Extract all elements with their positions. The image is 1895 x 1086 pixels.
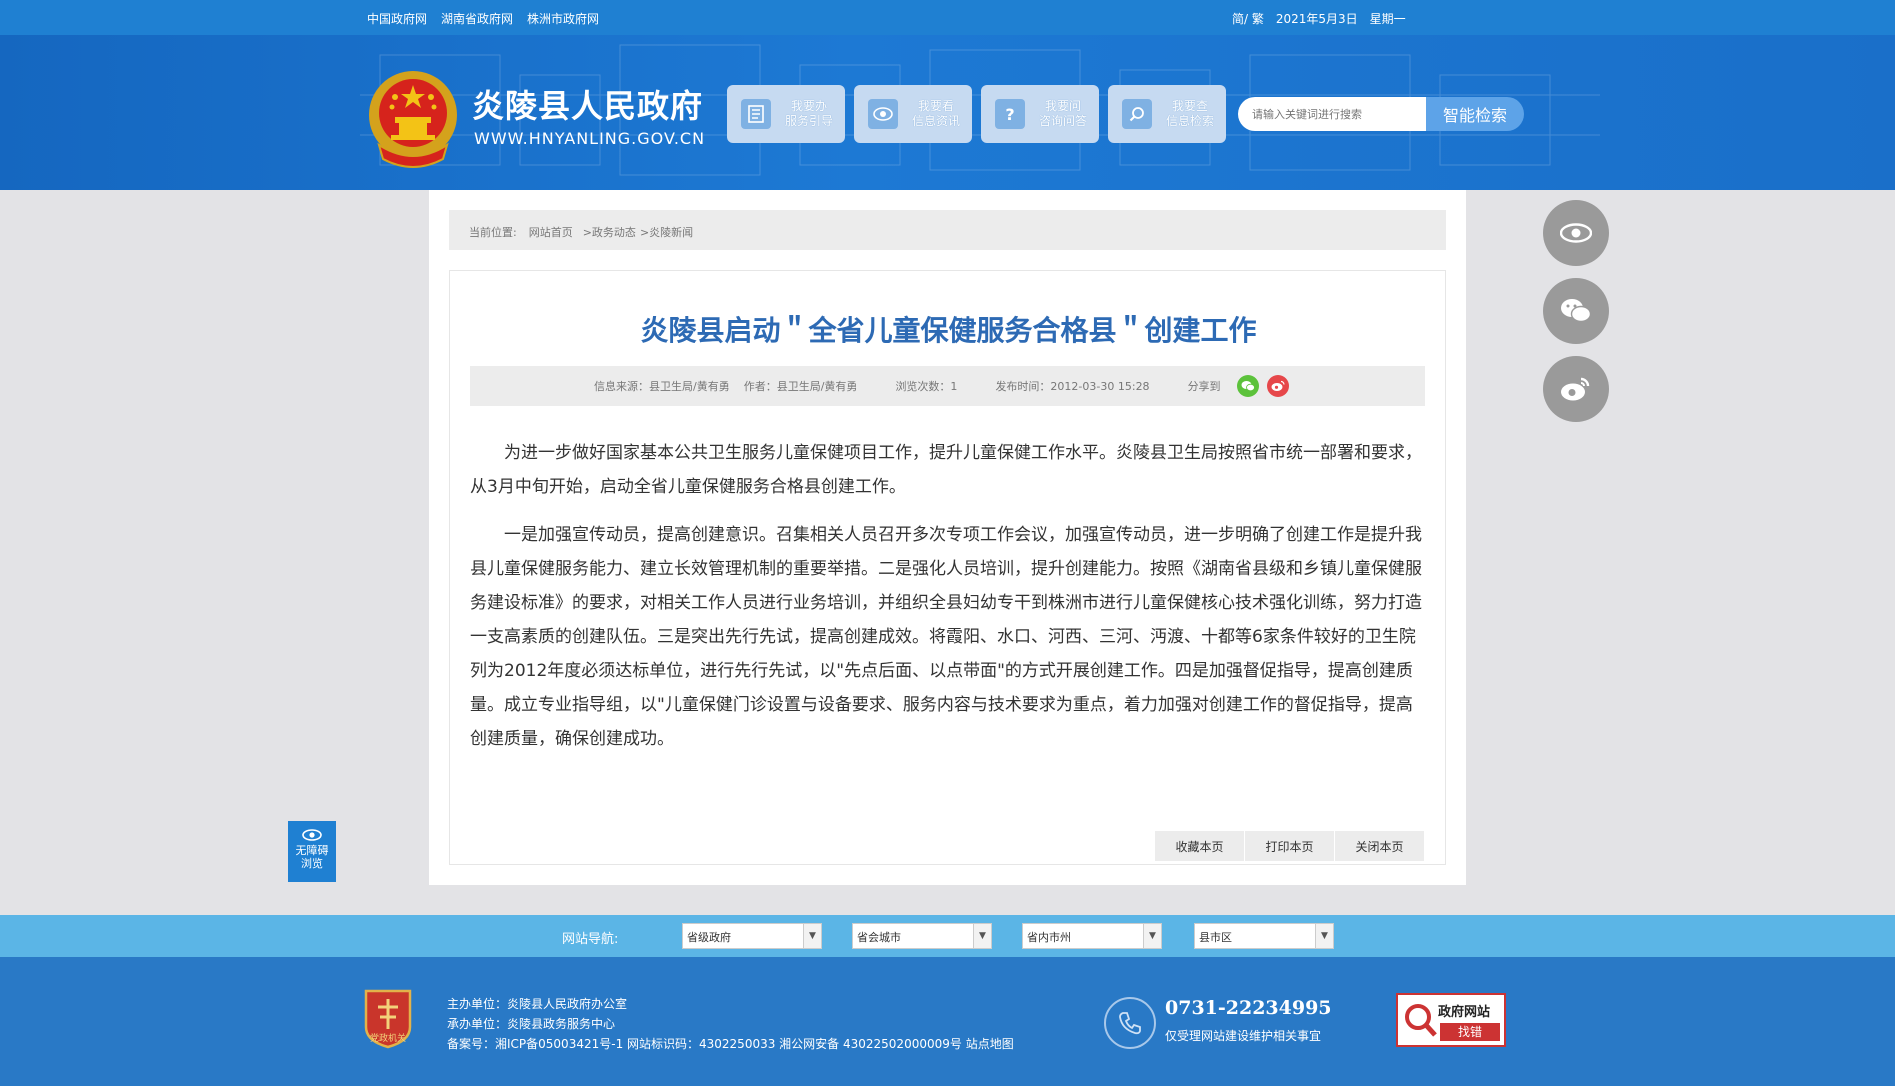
float-weibo-button[interactable] (1543, 356, 1609, 422)
current-date: 2021年5月3日 (1275, 12, 1358, 26)
article-views: 浏览次数：1 (895, 380, 958, 393)
article-body: 为进一步做好国家基本公共卫生服务儿童保健项目工作，提升儿童保健工作水平。炎陵县卫… (470, 436, 1425, 770)
accessibility-label-2: 浏览 (301, 857, 323, 870)
article-title: 炎陵县启动＂全省儿童保健服务合格县＂创建工作 (640, 314, 1257, 347)
quick-link-line2: 咨询问答 (1039, 114, 1088, 128)
footer-host: 主办单位：炎陵县人民政府办公室 (447, 997, 628, 1011)
accessibility-button[interactable]: 无障碍 浏览 (288, 821, 336, 882)
question-icon: ? (995, 99, 1025, 129)
document-icon (741, 99, 771, 129)
bookmark-page-button[interactable]: 收藏本页 (1154, 831, 1244, 861)
chevron-down-icon: ▼ (973, 924, 991, 948)
print-page-button[interactable]: 打印本页 (1244, 831, 1334, 861)
site-header: 炎陵县人民政府 WWW.HNYANLING.GOV.CN 我要办 服务引导 我要看… (0, 35, 1895, 190)
search-input[interactable] (1238, 97, 1426, 131)
chevron-down-icon: ▼ (803, 924, 821, 948)
link-gov-cn[interactable]: 中国政府网 (367, 10, 427, 27)
select-capital-cities[interactable]: 省会城市 ▼ (852, 923, 992, 949)
search-button[interactable]: 智能检索 (1426, 97, 1524, 131)
site-url: WWW.HNYANLING.GOV.CN (474, 129, 706, 148)
quick-link-line1: 我要问 (1045, 99, 1082, 113)
select-value: 省会城市 (857, 931, 901, 944)
magnifier-icon (1405, 1004, 1437, 1037)
party-gov-badge-label: 党政机关 (369, 1034, 406, 1044)
footer-record: 备案号：湘ICP备05003421号-1 网站标识码：4302250033 湘公… (447, 1037, 1014, 1051)
quick-link-info-search[interactable]: 我要查 信息检索 (1108, 85, 1226, 143)
breadcrumb-prefix: 当前位置: (469, 226, 517, 239)
share-weibo-icon[interactable] (1266, 375, 1289, 397)
footer-phone: 0731-22234995 (1165, 997, 1332, 1019)
national-emblem-icon (369, 71, 457, 168)
error-report-sub: 找错 (1440, 1023, 1500, 1041)
eye-icon (868, 99, 898, 129)
footer-info: 主办单位：炎陵县人民政府办公室 承办单位：炎陵县政务服务中心 备案号：湘ICP备… (447, 994, 1014, 1054)
eye-icon (302, 829, 322, 841)
site-footer: 党政机关 主办单位：炎陵县人民政府办公室 承办单位：炎陵县政务服务中心 备案号：… (0, 957, 1895, 1086)
breadcrumb-gov-affairs[interactable]: >政务动态 (583, 224, 636, 250)
select-value: 省级政府 (687, 931, 731, 944)
search-icon (1122, 99, 1152, 129)
select-value: 县市区 (1199, 931, 1232, 944)
link-zhuzhou-gov[interactable]: 株洲市政府网 (527, 10, 599, 27)
quick-link-line2: 信息检索 (1166, 114, 1215, 128)
article-source: 信息来源：县卫生局/黄有勇 (594, 380, 730, 393)
quick-link-line1: 我要查 (1172, 99, 1209, 113)
site-nav-bar: 网站导航: 省级政府 ▼ 省会城市 ▼ 省内市州 ▼ 县市区 ▼ (0, 915, 1895, 957)
weibo-icon (1561, 377, 1590, 401)
article-meta: 信息来源：县卫生局/黄有勇 作者：县卫生局/黄有勇 浏览次数：1 发布时间：20… (470, 366, 1425, 406)
quick-link-faq[interactable]: ? 我要问 咨询问答 (981, 85, 1099, 143)
select-provincial-gov[interactable]: 省级政府 ▼ (682, 923, 822, 949)
quick-link-line1: 我要办 (791, 99, 828, 113)
breadcrumb-home[interactable]: 网站首页 (529, 224, 573, 250)
close-page-button[interactable]: 关闭本页 (1334, 831, 1424, 861)
accessibility-label-1: 无障碍 (295, 844, 329, 857)
article-paragraph: 为进一步做好国家基本公共卫生服务儿童保健项目工作，提升儿童保健工作水平。炎陵县卫… (470, 443, 1422, 497)
article-paragraph: 一是加强宣传动员，提高创建意识。召集相关人员召开多次专项工作会议，加强宣传动员，… (470, 525, 1422, 749)
footer-phone-note: 仅受理网站建设维护相关事宜 (1165, 1029, 1322, 1043)
gov-site-error-report-button[interactable]: 政府网站 找错 (1396, 993, 1506, 1047)
quick-link-line2: 信息资讯 (912, 114, 961, 128)
select-value: 省内市州 (1027, 931, 1071, 944)
top-bar: 中国政府网 湖南省政府网 株洲市政府网 简/ 繁 2021年5月3日 星期一 (0, 0, 1895, 35)
article-author: 作者：县卫生局/黄有勇 (743, 380, 858, 393)
site-title[interactable]: 炎陵县人民政府 (472, 81, 703, 127)
float-wechat-button[interactable] (1543, 278, 1609, 344)
site-nav-label: 网站导航: (562, 932, 619, 947)
share-label: 分享到 (1187, 380, 1221, 393)
article-actions: 收藏本页 打印本页 关闭本页 (1154, 831, 1424, 861)
party-gov-badge[interactable]: 党政机关 (362, 987, 414, 1049)
select-counties[interactable]: 县市区 ▼ (1194, 923, 1334, 949)
article: 炎陵县启动＂全省儿童保健服务合格县＂创建工作 信息来源：县卫生局/黄有勇 作者：… (449, 270, 1446, 865)
wechat-icon (1561, 299, 1592, 323)
quick-link-service-guide[interactable]: 我要办 服务引导 (727, 85, 845, 143)
article-published: 发布时间：2012-03-30 15:28 (995, 380, 1150, 393)
share-wechat-icon[interactable] (1236, 375, 1259, 397)
breadcrumb-yanling-news[interactable]: >炎陵新闻 (640, 224, 693, 250)
select-prefectures[interactable]: 省内市州 ▼ (1022, 923, 1162, 949)
language-toggle[interactable]: 简/ 繁 (1232, 10, 1264, 27)
quick-link-line2: 服务引导 (785, 114, 834, 128)
breadcrumb: 当前位置: 网站首页 >政务动态 >炎陵新闻 (449, 210, 1446, 250)
top-right: 简/ 繁 2021年5月3日 星期一 (1232, 10, 1406, 27)
error-report-title: 政府网站 (1438, 1005, 1491, 1020)
quick-link-info-news[interactable]: 我要看 信息资讯 (854, 85, 972, 143)
chevron-down-icon: ▼ (1315, 924, 1333, 948)
footer-organizer: 承办单位：炎陵县政务服务中心 (447, 1017, 616, 1031)
chevron-down-icon: ▼ (1143, 924, 1161, 948)
phone-icon (1104, 997, 1156, 1049)
eye-icon (1560, 223, 1592, 243)
top-links: 中国政府网 湖南省政府网 株洲市政府网 (367, 10, 599, 27)
current-weekday: 星期一 (1369, 12, 1406, 26)
quick-link-line1: 我要看 (918, 99, 955, 113)
content-card: 当前位置: 网站首页 >政务动态 >炎陵新闻 炎陵县启动＂全省儿童保健服务合格县… (429, 190, 1466, 885)
link-hunan-gov[interactable]: 湖南省政府网 (441, 10, 513, 27)
float-eye-button[interactable] (1543, 200, 1609, 266)
